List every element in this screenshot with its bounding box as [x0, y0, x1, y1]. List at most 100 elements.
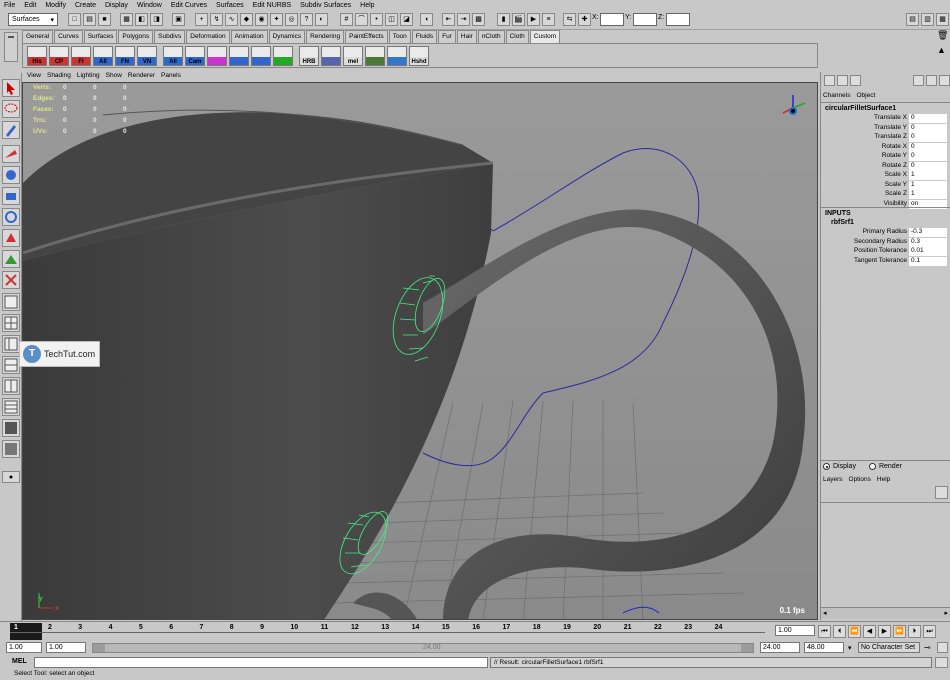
channel-layer-icon[interactable]	[850, 75, 861, 86]
show-manipulator-icon[interactable]	[2, 250, 20, 268]
shelf-editor-icon[interactable]: ▲	[937, 45, 946, 55]
channels-menu[interactable]: Channels	[823, 92, 850, 99]
new-scene-icon[interactable]: □	[68, 13, 81, 26]
command-language-label[interactable]: MEL	[12, 658, 27, 665]
character-set-field[interactable]: No Character Set	[858, 642, 920, 653]
tab-toon[interactable]: Toon	[388, 30, 411, 43]
tab-polygons[interactable]: Polygons	[118, 30, 154, 43]
input-ops-icon[interactable]: ⇤	[442, 13, 455, 26]
render-layout-icon[interactable]	[2, 419, 20, 437]
render-radio[interactable]	[868, 463, 876, 470]
snap-surface-icon[interactable]: ◪	[400, 13, 413, 26]
outliner-layout-icon[interactable]	[2, 335, 20, 353]
menu-surfaces[interactable]: Surfaces	[216, 2, 244, 9]
step-back-key-icon[interactable]: ⏪	[848, 625, 861, 638]
soft-mod-tool-icon[interactable]	[2, 229, 20, 247]
curve-mask-icon[interactable]: ∿	[225, 13, 238, 26]
layers-menu[interactable]: Layers	[823, 476, 843, 483]
new-layer-icon[interactable]	[935, 486, 948, 499]
animation-start-field[interactable]: 1.00	[6, 642, 42, 653]
render-current-icon[interactable]: 🎬	[512, 13, 525, 26]
layer-editor-icon[interactable]	[837, 75, 848, 86]
channel-value-field[interactable]: 0.01	[909, 247, 947, 256]
transform-field-icon[interactable]: ⇆	[563, 13, 576, 26]
construction-history-icon[interactable]: ▩	[472, 13, 485, 26]
step-forward-icon[interactable]: ⏵	[908, 625, 921, 638]
channel-value-field[interactable]: 1	[909, 180, 947, 190]
lasso-tool-icon[interactable]	[2, 100, 20, 118]
mask-icon[interactable]: ▣	[172, 13, 185, 26]
shelf-button-10[interactable]	[229, 46, 249, 66]
shelf-button-8[interactable]: Cam	[185, 46, 205, 66]
four-view-layout-icon[interactable]	[2, 314, 20, 332]
shelf-button-3[interactable]: FI	[71, 46, 91, 66]
surface-mask-icon[interactable]: ◆	[240, 13, 253, 26]
shelf-button-11[interactable]	[251, 46, 271, 66]
persp-graph-layout-icon[interactable]	[2, 377, 20, 395]
tab-dynamics[interactable]: Dynamics	[268, 30, 306, 43]
playback-start-field[interactable]: 1.00	[46, 642, 86, 653]
ipr-render-icon[interactable]: ▶	[527, 13, 540, 26]
step-back-icon[interactable]: ⏴	[833, 625, 846, 638]
channel-value-field[interactable]: -0.3	[909, 228, 947, 237]
output-ops-icon[interactable]: ⇥	[457, 13, 470, 26]
shelf-button-12[interactable]	[273, 46, 293, 66]
attribute-editor-icon[interactable]	[913, 75, 924, 86]
display-radio[interactable]	[823, 463, 830, 470]
tab-hair[interactable]: Hair	[456, 30, 477, 43]
channel-value-field[interactable]: 0	[909, 123, 947, 133]
viewport-menu-shading[interactable]: Shading	[47, 72, 71, 82]
animation-preferences-icon[interactable]	[937, 642, 948, 653]
layer-scrollbar[interactable]: ◂ ▸	[821, 607, 950, 619]
channel-value-field[interactable]: 1	[909, 171, 947, 180]
channel-label[interactable]: Rotate X	[882, 143, 907, 150]
y-field[interactable]	[633, 13, 657, 26]
command-input[interactable]	[34, 657, 488, 668]
show-channel-box-icon[interactable]: ▦	[936, 13, 949, 26]
viewport-menu-view[interactable]: View	[27, 72, 41, 82]
shelf-button-7[interactable]: All	[163, 46, 183, 66]
shelf-button-16[interactable]	[365, 46, 385, 66]
menu-window[interactable]: Window	[137, 2, 162, 9]
show-attribute-editor-icon[interactable]: ▤	[906, 13, 919, 26]
show-tool-settings-icon[interactable]: ▥	[921, 13, 934, 26]
channel-label[interactable]: Scale Z	[885, 190, 907, 197]
render-view-icon[interactable]: ▮	[497, 13, 510, 26]
menu-edit[interactable]: Edit	[24, 2, 36, 9]
menu-set-selector[interactable]: Surfaces ▾	[8, 13, 58, 26]
channel-label[interactable]: Secondary Radius	[854, 238, 907, 245]
object-menu[interactable]: Object	[856, 92, 875, 99]
channel-value-field[interactable]: 0	[909, 152, 947, 161]
shelf-button-6[interactable]: VN	[137, 46, 157, 66]
make-live-icon[interactable]: ◖	[420, 13, 433, 26]
z-field[interactable]	[666, 13, 690, 26]
go-to-start-icon[interactable]: ⏮	[818, 625, 831, 638]
shelf-menu-button[interactable]	[4, 32, 18, 62]
channel-label[interactable]: Primary Radius	[863, 228, 907, 235]
snap-view-icon[interactable]: ◫	[385, 13, 398, 26]
last-tool-icon[interactable]	[2, 271, 20, 289]
time-slider[interactable]: 1 2 3 4 5 6 7 8 9 10 11 12 13 14 15 16 17 18 19 20 21 22 23 24…	[0, 621, 950, 640]
trash-icon[interactable]: 🗑	[937, 30, 948, 41]
node-name[interactable]: circularFilletSurface1	[825, 105, 896, 112]
handle-mask-icon[interactable]: +	[195, 13, 208, 26]
tab-general[interactable]: General	[22, 30, 54, 43]
graph-layout-icon[interactable]	[2, 356, 20, 374]
channel-label[interactable]: Translate Y	[874, 124, 907, 131]
menu-help[interactable]: Help	[360, 2, 374, 9]
snap-curve-icon[interactable]: ⌒	[355, 13, 368, 26]
tool-settings-icon[interactable]	[926, 75, 937, 86]
channel-label[interactable]: Visibility	[884, 200, 907, 207]
snap-grid-icon[interactable]: #	[340, 13, 353, 26]
shelf-button-9[interactable]	[207, 46, 227, 66]
select-component-icon[interactable]: ◨	[150, 13, 163, 26]
channel-label[interactable]: Translate X	[874, 114, 907, 121]
dynamics-mask-icon[interactable]: ✦	[270, 13, 283, 26]
shelf-button-14[interactable]	[321, 46, 341, 66]
chevron-down-icon[interactable]: ▾	[848, 644, 852, 652]
channel-value-field[interactable]: 0	[909, 161, 947, 171]
viewport-menu-show[interactable]: Show	[106, 72, 122, 82]
channel-value-field[interactable]: 0	[909, 133, 947, 142]
tab-surfaces[interactable]: Surfaces	[83, 30, 118, 43]
select-hierarchy-icon[interactable]: ▦	[120, 13, 133, 26]
